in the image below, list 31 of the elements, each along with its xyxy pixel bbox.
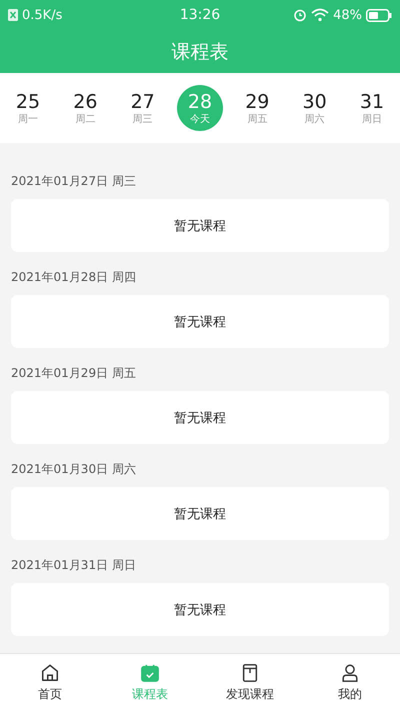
nav-tab[interactable]: 我的 [310, 662, 390, 702]
battery-icon [366, 8, 392, 22]
alarm-icon [293, 8, 308, 22]
user-icon [340, 662, 360, 682]
sim-icon [8, 9, 18, 21]
home-icon [40, 662, 60, 682]
course-card: 暂无课程 [11, 391, 389, 444]
date-tab[interactable]: 26 周二 [62, 85, 108, 131]
date-heading: 2021年01月29日 周五 [11, 365, 137, 382]
date-heading: 2021年01月27日 周三 [11, 173, 137, 190]
nav-tab[interactable]: 发现课程 [210, 662, 290, 702]
date-tab[interactable]: 31 周日 [348, 85, 395, 131]
date-tab[interactable]: 30 周六 [292, 85, 338, 131]
date-heading: 2021年01月28日 周四 [11, 269, 137, 286]
calendar-icon [140, 662, 160, 682]
network-speed: 0.5K/s [22, 8, 62, 22]
battery-percent: 48% [333, 8, 362, 22]
date-heading: 2021年01月30日 周六 [11, 461, 137, 478]
course-card: 暂无课程 [11, 487, 389, 540]
page-title: 课程表 [172, 40, 228, 64]
box-icon [240, 662, 260, 682]
wifi-icon [311, 8, 330, 22]
course-card: 暂无课程 [11, 199, 389, 252]
course-card: 暂无课程 [11, 583, 389, 636]
date-tab[interactable]: 27 周三 [120, 85, 166, 131]
clock: 13:26 [180, 7, 220, 23]
nav-tab[interactable]: 首页 [10, 662, 90, 702]
date-tab[interactable]: 29 周五 [234, 85, 280, 131]
date-heading: 2021年01月31日 周日 [11, 557, 137, 574]
course-card: 暂无课程 [11, 295, 389, 348]
date-tab[interactable]: 25 周一 [5, 85, 51, 131]
